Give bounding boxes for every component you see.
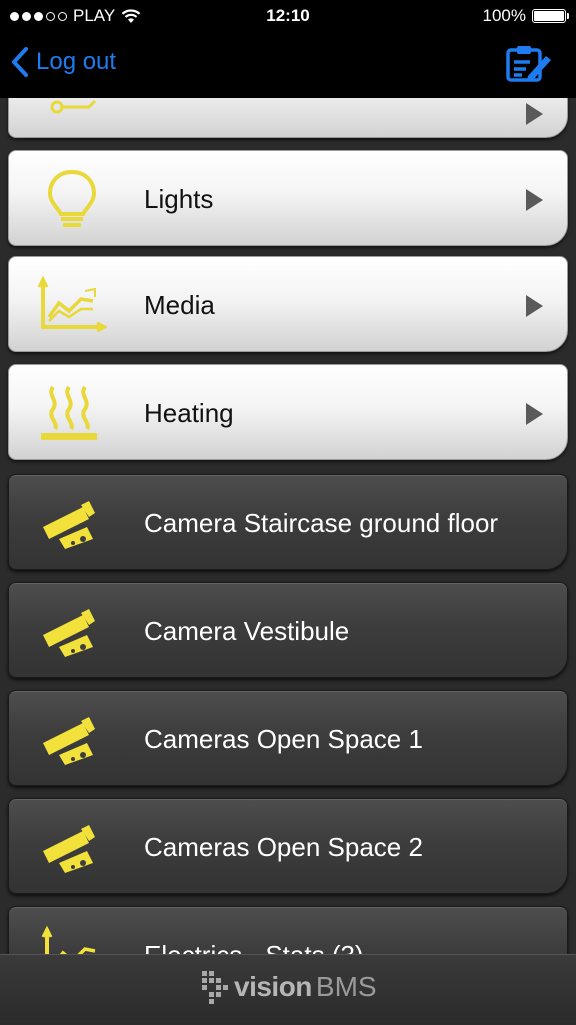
list-item-label: Media — [144, 290, 215, 320]
camera-icon — [43, 717, 95, 765]
menu-list[interactable]: Scenes Lights Media Heating — [0, 98, 576, 954]
list-item-cameras-open-space-2[interactable]: Cameras Open Space 2 — [8, 798, 568, 894]
chevron-right-icon — [526, 103, 543, 125]
logo-suffix: BMS — [315, 971, 377, 1002]
list-item-scenes[interactable]: Scenes — [8, 98, 568, 138]
list-item-electrics-stats[interactable]: Electrics - Stats (3) — [8, 906, 568, 954]
list-item-heating[interactable]: Heating — [8, 364, 568, 460]
footer-bar: vision BMS — [0, 954, 576, 1025]
edit-list-icon[interactable] — [504, 44, 552, 84]
list-item-label: Camera Vestibule — [144, 616, 350, 646]
list-item-label: Lights — [144, 184, 214, 214]
list-item-cameras-open-space-1[interactable]: Cameras Open Space 1 — [8, 690, 568, 786]
list-item-camera-vestibule[interactable]: Camera Vestibule — [8, 582, 568, 678]
camera-icon — [43, 501, 95, 549]
battery-percent: 100% — [482, 6, 526, 25]
list-item-camera-staircase[interactable]: Camera Staircase ground floor — [8, 474, 568, 570]
navigation-bar: Log out — [0, 32, 576, 98]
list-item-label: Cameras Open Space 2 — [144, 832, 423, 862]
visionbms-logo: vision BMS — [200, 969, 377, 1005]
battery-icon — [532, 9, 569, 23]
scenes-icon — [50, 99, 97, 114]
list-item-lights[interactable]: Lights — [8, 150, 568, 246]
visionbms-logo-mark — [202, 971, 228, 1004]
list-item-label: Electrics - Stats (3) — [144, 907, 364, 954]
chevron-left-icon — [12, 47, 28, 77]
lightbulb-icon — [47, 169, 97, 227]
status-bar: PLAY 12:10 100% — [0, 0, 576, 32]
list-item-label: Cameras Open Space 1 — [144, 724, 423, 754]
logo-text: vision — [234, 971, 312, 1002]
camera-icon — [43, 609, 95, 657]
logout-button[interactable]: Log out — [10, 46, 116, 78]
chevron-right-icon — [526, 189, 543, 211]
list-item-media[interactable]: Media — [8, 256, 568, 352]
heating-icon — [41, 385, 97, 440]
camera-icon — [43, 825, 95, 873]
list-item-label: Camera Staircase ground floor — [144, 508, 499, 538]
chevron-right-icon — [526, 295, 543, 317]
chart-icon — [41, 925, 96, 954]
list-item-label: Scenes — [144, 98, 231, 133]
chart-icon — [37, 275, 107, 333]
logout-label: Log out — [36, 48, 117, 75]
chevron-right-icon — [526, 403, 543, 425]
list-item-label: Heating — [144, 398, 234, 428]
